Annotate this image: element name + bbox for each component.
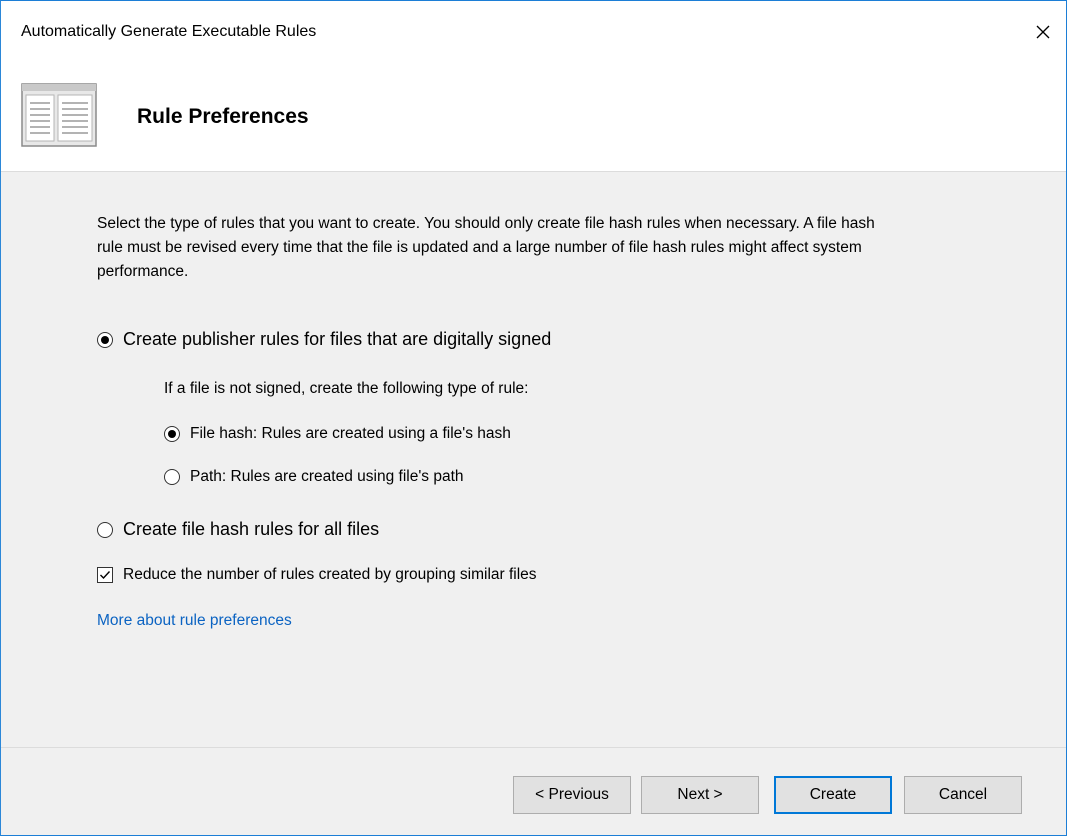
file-hash-radio[interactable]: File hash: Rules are created using a fil… xyxy=(164,425,511,443)
reduce-rules-checkbox-box[interactable] xyxy=(97,567,113,583)
unsigned-note: If a file is not signed, create the foll… xyxy=(164,380,529,397)
path-radio-button[interactable] xyxy=(164,469,180,485)
file-hash-radio-button[interactable] xyxy=(164,426,180,442)
publisher-rules-label: Create publisher rules for files that ar… xyxy=(123,329,552,349)
reduce-rules-label: Reduce the number of rules created by gr… xyxy=(123,566,537,583)
all-file-hash-radio[interactable]: Create file hash rules for all files xyxy=(97,519,379,540)
previous-button[interactable]: < Previous xyxy=(513,776,631,814)
publisher-rules-radio[interactable]: Create publisher rules for files that ar… xyxy=(97,329,551,350)
all-file-hash-radio-button[interactable] xyxy=(97,521,113,538)
close-icon xyxy=(1036,25,1050,39)
path-label: Path: Rules are created using file's pat… xyxy=(190,468,464,485)
cancel-button[interactable]: Cancel xyxy=(904,776,1022,814)
file-hash-label: File hash: Rules are created using a fil… xyxy=(190,425,511,442)
content-area: Select the type of rules that you want t… xyxy=(1,172,1066,747)
create-button[interactable]: Create xyxy=(774,776,892,814)
page-title: Rule Preferences xyxy=(137,105,309,128)
publisher-rules-radio-button[interactable] xyxy=(97,331,113,348)
checkmark-icon xyxy=(100,571,111,580)
dialog-window: Automatically Generate Executable Rules xyxy=(0,0,1067,836)
more-about-link[interactable]: More about rule preferences xyxy=(97,612,292,630)
reduce-rules-checkbox[interactable]: Reduce the number of rules created by gr… xyxy=(97,566,537,584)
window-title: Automatically Generate Executable Rules xyxy=(21,23,317,40)
all-file-hash-label: Create file hash rules for all files xyxy=(123,519,380,539)
window-layout-icon xyxy=(21,83,97,152)
close-button[interactable] xyxy=(1020,1,1066,63)
title-bar: Automatically Generate Executable Rules xyxy=(1,1,1066,63)
description-text: Select the type of rules that you want t… xyxy=(97,215,875,280)
path-radio[interactable]: Path: Rules are created using file's pat… xyxy=(164,468,464,486)
next-button[interactable]: Next > xyxy=(641,776,759,814)
button-bar: < Previous Next > Create Cancel xyxy=(1,747,1066,835)
wizard-header: Rule Preferences xyxy=(1,63,1066,172)
